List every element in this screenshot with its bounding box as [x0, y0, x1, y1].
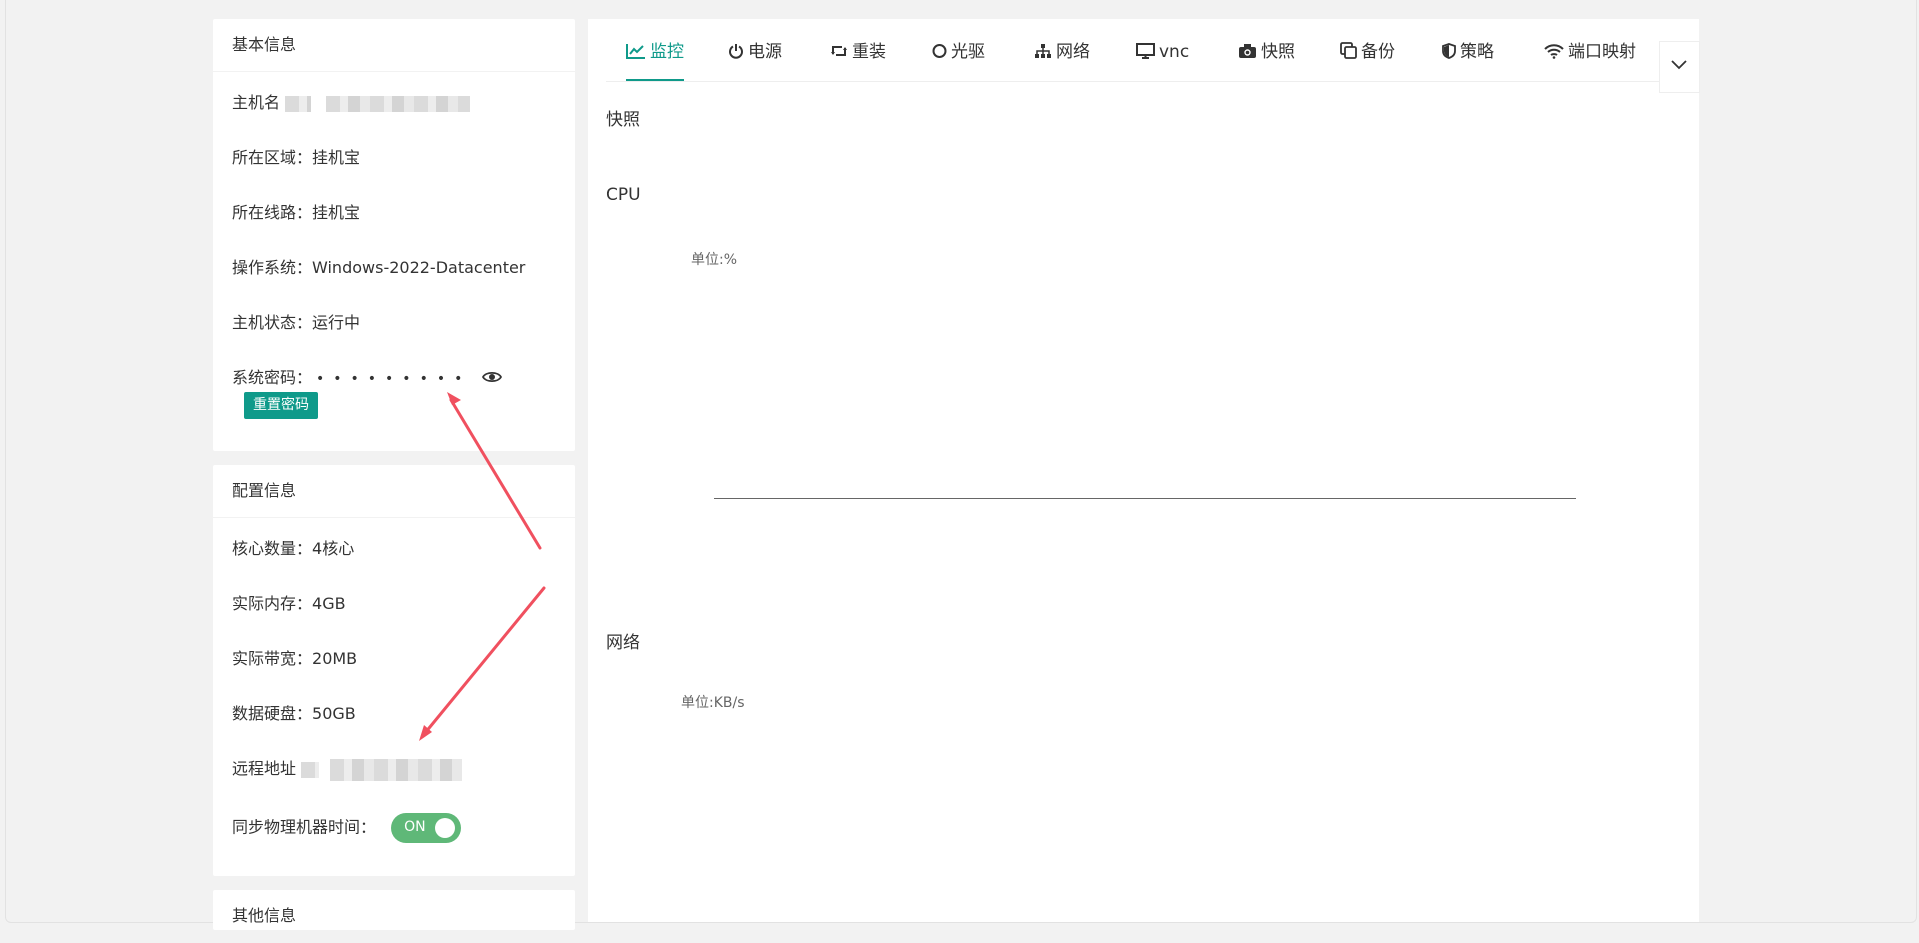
tab-cdrom[interactable]: 光驱: [932, 29, 985, 79]
tab-policy-label: 策略: [1460, 42, 1494, 62]
tab-backup-label: 备份: [1361, 42, 1395, 62]
copy-icon: [1340, 42, 1357, 59]
os-row: 操作系统：Windows-2022-Datacenter: [232, 254, 525, 278]
network-unit-label: 单位:KB/s: [681, 695, 745, 711]
basic-info-title: 基本信息: [213, 19, 575, 72]
tab-reinstall[interactable]: 重装: [830, 29, 886, 79]
sync-time-row: 同步物理机器时间： ON: [232, 813, 462, 843]
remote-blur-left: [301, 761, 320, 778]
memory-label: 实际内存：: [232, 594, 313, 613]
sync-time-toggle[interactable]: ON: [391, 813, 462, 843]
basic-info-card: 基本信息 主机名 所在区域：挂机宝 所在线路：挂机宝 操作系统：Windows-…: [213, 19, 575, 451]
hostname-row: 主机名: [232, 89, 471, 113]
tab-power[interactable]: 电源: [728, 29, 782, 79]
sync-time-label: 同步物理机器时间：: [232, 817, 377, 837]
remote-address-redacted: [330, 758, 463, 781]
cores-row: 核心数量：4核心: [232, 535, 354, 559]
cores-value: 4核心: [312, 539, 355, 558]
line-value: 挂机宝: [312, 203, 361, 222]
chevron-down-icon: [1671, 60, 1687, 70]
tab-power-label: 电源: [748, 42, 782, 62]
tab-reinstall-label: 重装: [852, 42, 886, 62]
tab-port-mapping[interactable]: 端口映射: [1544, 29, 1636, 79]
region-row: 所在区域：挂机宝: [232, 144, 360, 168]
tab-backup[interactable]: 备份: [1340, 29, 1395, 79]
hostname-value-redacted: [326, 95, 471, 112]
tab-network[interactable]: 网络: [1034, 29, 1090, 79]
tab-snapshot[interactable]: 快照: [1238, 29, 1295, 79]
desktop-icon: [1136, 43, 1155, 59]
bandwidth-value: 20MB: [312, 649, 358, 668]
memory-value: 4GB: [312, 594, 346, 613]
disk-row: 数据硬盘：50GB: [232, 700, 356, 724]
status-value: 运行中: [312, 313, 361, 332]
config-info-card: 配置信息 核心数量：4核心 实际内存：4GB 实际带宽：20MB 数据硬盘：50…: [213, 465, 575, 876]
os-label: 操作系统：: [232, 258, 313, 277]
bandwidth-row: 实际带宽：20MB: [232, 645, 357, 669]
tab-network-label: 网络: [1056, 42, 1090, 62]
status-label: 主机状态：: [232, 313, 313, 332]
tab-port-mapping-label: 端口映射: [1568, 42, 1636, 62]
disk-label: 数据硬盘：: [232, 704, 313, 723]
bandwidth-label: 实际带宽：: [232, 649, 313, 668]
other-info-card: 其他信息: [213, 890, 575, 943]
region-label: 所在区域：: [232, 148, 313, 167]
tab-monitor-label: 监控: [650, 42, 684, 62]
snapshot-section-title: 快照: [606, 110, 640, 130]
cpu-section-title: CPU: [606, 185, 641, 205]
remote-row: 远程地址: [232, 755, 463, 781]
tab-monitor[interactable]: 监控: [626, 29, 684, 81]
shield-icon: [1442, 43, 1456, 59]
region-value: 挂机宝: [312, 148, 361, 167]
cpu-unit-label: 单位:%: [691, 252, 738, 268]
tab-cdrom-label: 光驱: [951, 42, 985, 62]
monitor-panel: 监控 电源 重装 光驱 网络 vnc 快照 备份 策略 端口映射 快照 CPU …: [588, 19, 1700, 922]
tab-vnc[interactable]: vnc: [1136, 29, 1189, 79]
tab-vnc-label: vnc: [1159, 42, 1190, 62]
memory-row: 实际内存：4GB: [232, 590, 346, 614]
line-row: 所在线路：挂机宝: [232, 199, 360, 223]
password-label: 系统密码：: [232, 368, 313, 387]
line-chart-icon: [626, 44, 645, 59]
reset-password-button[interactable]: 重置密码: [244, 392, 318, 419]
hostname-label: 主机名: [232, 93, 281, 112]
os-value: Windows-2022-Datacenter: [312, 258, 526, 277]
tab-bar: 监控 电源 重装 光驱 网络 vnc 快照 备份 策略 端口映射: [606, 29, 1700, 93]
password-row: 系统密码： •••••••••: [232, 364, 503, 388]
power-icon: [729, 44, 743, 59]
config-info-title: 配置信息: [213, 465, 575, 518]
disc-icon: [932, 44, 947, 58]
status-row: 主机状态：运行中: [232, 309, 360, 333]
disk-value: 50GB: [312, 704, 356, 723]
sitemap-icon: [1035, 44, 1051, 58]
wifi-icon: [1544, 44, 1564, 59]
cores-label: 核心数量：: [232, 539, 313, 558]
network-section-title: 网络: [606, 633, 640, 653]
eye-icon[interactable]: [482, 369, 503, 388]
retweet-icon: [831, 46, 847, 56]
password-mask: •••••••••: [316, 371, 472, 387]
toggle-knob: [435, 818, 456, 838]
remote-label: 远程地址: [232, 759, 297, 778]
toggle-state-text: ON: [404, 819, 426, 835]
tab-snapshot-label: 快照: [1261, 42, 1295, 62]
line-label: 所在线路：: [232, 203, 313, 222]
tab-policy[interactable]: 策略: [1442, 29, 1494, 79]
hostname-blur-left: [285, 95, 312, 112]
other-info-title: 其他信息: [213, 890, 575, 943]
cpu-chart-axis: [714, 498, 1576, 499]
camera-icon: [1239, 44, 1256, 58]
tab-more-button[interactable]: [1659, 41, 1700, 93]
